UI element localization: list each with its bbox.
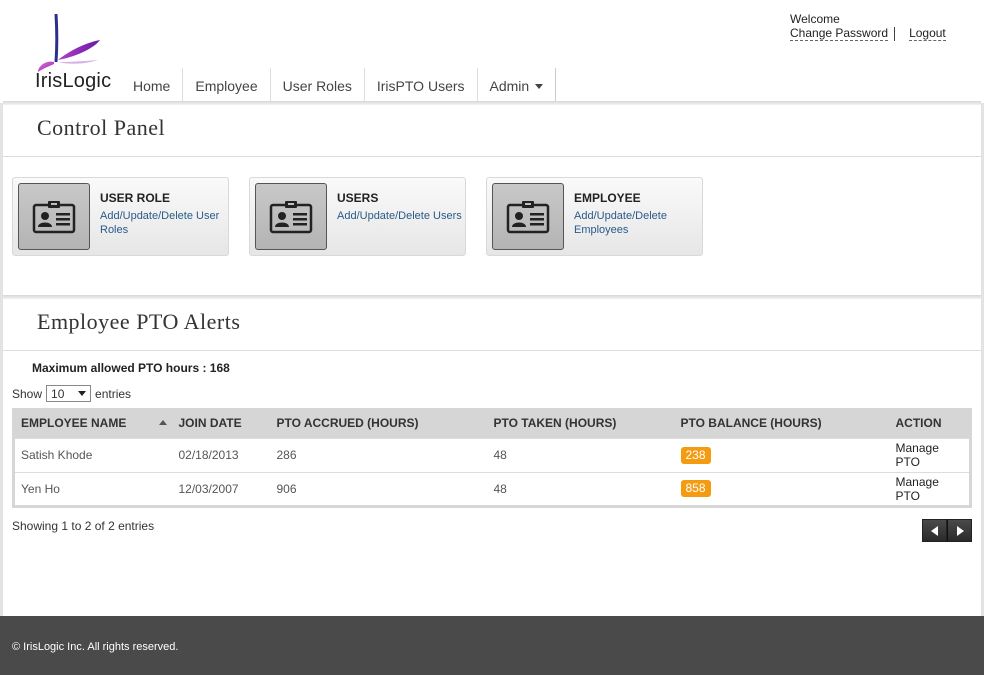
logout-link[interactable]: Logout	[909, 26, 946, 41]
link-separator	[894, 26, 896, 41]
section-divider	[3, 295, 981, 299]
cell-join-date: 02/18/2013	[172, 437, 271, 472]
user-links: Change Password Logout	[790, 26, 946, 41]
divider	[3, 350, 981, 351]
id-card-icon	[492, 183, 564, 250]
entries-label: entries	[95, 386, 132, 401]
divider	[3, 156, 981, 157]
chevron-right-icon	[956, 525, 964, 536]
show-entries-control: Show 10 entries	[12, 385, 131, 402]
col-label: EMPLOYEE NAME	[21, 415, 127, 430]
logo-text: IrisLogic	[35, 70, 112, 92]
cell-employee-name: Yen Ho	[13, 471, 173, 506]
col-label: PTO TAKEN (HOURS)	[493, 415, 617, 430]
col-action[interactable]: ACTION	[889, 408, 971, 438]
table-header-row: EMPLOYEE NAME JOIN DATE PTO ACCRUED (HOU…	[13, 408, 971, 438]
main-nav: Home Employee User Roles IrisPTO Users A…	[121, 68, 557, 103]
previous-page-button[interactable]	[922, 519, 947, 542]
nav-irispto-users[interactable]: IrisPTO Users	[365, 68, 478, 103]
cell-pto-balance: 238	[674, 437, 890, 472]
page-size-select[interactable]: 10	[46, 385, 92, 402]
nav-user-roles-label: User Roles	[282, 77, 352, 94]
table-row: Yen Ho 12/03/2007 906 48 858 Manage PTO	[13, 471, 971, 506]
sort-ascending-icon	[158, 419, 167, 425]
col-employee-name[interactable]: EMPLOYEE NAME	[13, 408, 173, 438]
manage-pto-link[interactable]: Manage PTO	[896, 475, 939, 503]
cell-employee-name: Satish Khode	[13, 437, 173, 472]
card-title: USERS	[337, 191, 379, 205]
header: IrisLogic Home Employee User Roles IrisP…	[0, 0, 984, 103]
section-divider	[3, 101, 981, 105]
card-title: USER ROLE	[100, 191, 171, 205]
cell-join-date: 12/03/2007	[172, 471, 271, 506]
id-card-icon	[18, 183, 90, 250]
cell-pto-taken: 48	[487, 437, 675, 472]
card-title: EMPLOYEE	[574, 191, 641, 205]
nav-admin-label: Admin	[489, 77, 530, 94]
card-description[interactable]: Add/Update/Delete Users	[337, 209, 462, 223]
users-card[interactable]: USERS Add/Update/Delete Users	[249, 177, 466, 256]
employee-card[interactable]: EMPLOYEE Add/Update/Delete Employees	[486, 177, 703, 256]
cell-pto-taken: 48	[487, 471, 675, 506]
col-pto-taken[interactable]: PTO TAKEN (HOURS)	[487, 408, 675, 438]
card-description[interactable]: Add/Update/Delete Employees	[574, 209, 699, 237]
cell-pto-balance: 858	[674, 471, 890, 506]
pto-alerts-title: Employee PTO Alerts	[37, 309, 241, 334]
nav-home[interactable]: Home	[121, 68, 184, 103]
col-label: ACTION	[895, 415, 942, 430]
col-label: JOIN DATE	[178, 415, 242, 430]
card-description[interactable]: Add/Update/Delete User Roles	[100, 209, 225, 237]
user-role-card[interactable]: USER ROLE Add/Update/Delete User Roles	[12, 177, 229, 256]
show-label: Show	[12, 386, 43, 401]
copyright-text: © IrisLogic Inc. All rights reserved.	[12, 641, 179, 653]
max-pto-label: Maximum allowed PTO hours : 168	[32, 361, 230, 375]
manage-pto-link[interactable]: Manage PTO	[896, 441, 939, 469]
balance-badge: 858	[680, 480, 711, 497]
pto-alerts-table: EMPLOYEE NAME JOIN DATE PTO ACCRUED (HOU…	[12, 408, 972, 508]
pagination	[922, 519, 972, 542]
caret-down-icon	[78, 391, 87, 396]
nav-irispto-users-label: IrisPTO Users	[376, 77, 465, 94]
nav-user-roles[interactable]: User Roles	[271, 68, 365, 103]
showing-entries-info: Showing 1 to 2 of 2 entries	[12, 519, 155, 533]
footer: © IrisLogic Inc. All rights reserved.	[0, 616, 984, 675]
control-panel-title: Control Panel	[37, 115, 166, 140]
cell-pto-accrued: 286	[270, 437, 488, 472]
change-password-link[interactable]: Change Password	[790, 26, 889, 41]
col-pto-accrued[interactable]: PTO ACCRUED (HOURS)	[270, 408, 488, 438]
col-label: PTO ACCRUED (HOURS)	[276, 415, 419, 430]
balance-badge: 238	[680, 446, 711, 464]
nav-home-label: Home	[133, 77, 171, 94]
nav-employee[interactable]: Employee	[183, 68, 271, 103]
id-card-icon	[255, 183, 327, 250]
chevron-left-icon	[930, 525, 938, 536]
col-label: PTO BALANCE (HOURS)	[680, 415, 822, 430]
table-row: Satish Khode 02/18/2013 286 48 238 Manag…	[13, 437, 971, 472]
cell-action: Manage PTO	[889, 437, 971, 472]
nav-admin-dropdown[interactable]: Admin	[478, 68, 557, 103]
col-join-date[interactable]: JOIN DATE	[172, 408, 271, 438]
caret-down-icon	[535, 84, 544, 89]
welcome-text: Welcome	[790, 12, 840, 26]
cell-pto-accrued: 906	[270, 471, 488, 506]
page-size-value: 10	[51, 386, 65, 401]
next-page-button[interactable]	[947, 519, 972, 542]
col-pto-balance[interactable]: PTO BALANCE (HOURS)	[674, 408, 890, 438]
cell-action: Manage PTO	[889, 471, 971, 506]
nav-employee-label: Employee	[195, 77, 258, 94]
